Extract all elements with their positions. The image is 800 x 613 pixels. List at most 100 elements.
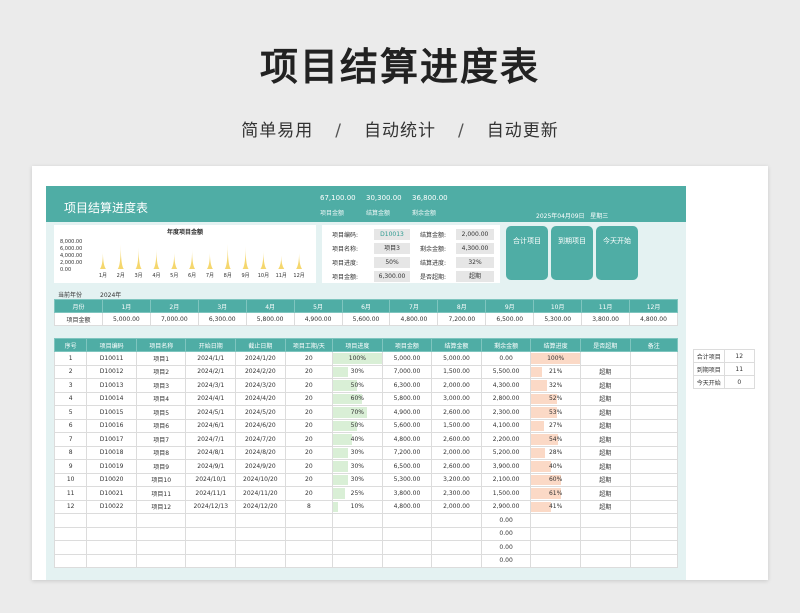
- table-cell-days[interactable]: 20: [284, 405, 334, 420]
- empty-cell[interactable]: [53, 526, 88, 541]
- table-cell-days[interactable]: 20: [284, 486, 334, 501]
- table-cell-end[interactable]: 2024/4/20: [235, 391, 286, 406]
- table-cell-name[interactable]: 项目5: [135, 405, 187, 420]
- table-cell-note[interactable]: [629, 486, 679, 501]
- table-cell-name[interactable]: 项目6: [135, 418, 187, 433]
- table-cell-end[interactable]: 2024/2/20: [235, 364, 286, 379]
- table-cell-amount[interactable]: 4,900.00: [381, 405, 433, 420]
- table-row[interactable]: 5 D10015 项目5 2024/5/1 2024/5/20 20 70% 4,900.00…: [53, 405, 679, 420]
- table-cell-amount[interactable]: 4,800.00: [381, 432, 433, 447]
- table-cell-amount[interactable]: 6,500.00: [381, 459, 433, 474]
- table-cell-amount[interactable]: 7,000.00: [381, 364, 433, 379]
- empty-cell[interactable]: [235, 513, 286, 528]
- empty-cell[interactable]: [284, 526, 334, 541]
- table-cell-remain[interactable]: 0.00: [480, 513, 532, 528]
- table-cell-remain[interactable]: 1,500.00: [480, 486, 532, 501]
- table-cell-start[interactable]: 2024/1/1: [185, 351, 237, 366]
- table-cell-days[interactable]: 20: [284, 459, 334, 474]
- table-cell-start[interactable]: 2024/11/1: [185, 486, 237, 501]
- table-cell-code[interactable]: D10020: [86, 472, 137, 487]
- table-cell-amount[interactable]: 6,300.00: [381, 378, 433, 393]
- empty-cell[interactable]: [579, 540, 631, 555]
- table-cell-no[interactable]: 6: [53, 418, 88, 433]
- table-cell-no[interactable]: 10: [53, 472, 88, 487]
- table-cell-note[interactable]: [629, 378, 679, 393]
- table-cell-note[interactable]: [629, 445, 679, 460]
- empty-cell[interactable]: [86, 553, 137, 568]
- table-row[interactable]: 11 D10021 项目11 2024/11/1 2024/11/20 20 25% 3,80…: [53, 486, 679, 501]
- empty-cell[interactable]: [53, 540, 88, 555]
- table-cell-days[interactable]: 8: [284, 499, 334, 514]
- empty-cell[interactable]: [579, 553, 631, 568]
- table-cell-code[interactable]: D10011: [86, 351, 137, 366]
- empty-table-row[interactable]: 0.00: [53, 553, 679, 568]
- table-row[interactable]: 6 D10016 项目6 2024/6/1 2024/6/20 20 50% 5,600.00…: [53, 418, 679, 433]
- empty-cell[interactable]: [530, 526, 581, 541]
- table-cell-no[interactable]: 7: [53, 432, 88, 447]
- due-projects-button[interactable]: 到期项目: [551, 226, 593, 280]
- table-row[interactable]: 9 D10019 项目9 2024/9/1 2024/9/20 20 30% 6,500.00…: [53, 459, 679, 474]
- table-cell-note[interactable]: [629, 418, 679, 433]
- empty-cell[interactable]: [381, 553, 433, 568]
- table-cell-days[interactable]: 20: [284, 418, 334, 433]
- empty-cell[interactable]: [431, 553, 482, 568]
- info-code-value[interactable]: D10013: [374, 229, 410, 240]
- table-cell-remain[interactable]: 3,900.00: [480, 459, 532, 474]
- table-cell-days[interactable]: 20: [284, 351, 334, 366]
- table-cell-amount[interactable]: 5,300.00: [381, 472, 433, 487]
- table-cell-overdue[interactable]: 超期: [579, 486, 631, 501]
- empty-cell[interactable]: [629, 553, 679, 568]
- table-cell-end[interactable]: 2024/1/20: [235, 351, 286, 366]
- table-cell-name[interactable]: 项目8: [135, 445, 187, 460]
- empty-cell[interactable]: [235, 553, 286, 568]
- table-cell-code[interactable]: D10012: [86, 364, 137, 379]
- table-cell-end[interactable]: 2024/9/20: [235, 459, 286, 474]
- table-cell-note[interactable]: [629, 364, 679, 379]
- table-cell-days[interactable]: 20: [284, 432, 334, 447]
- empty-cell[interactable]: [530, 513, 581, 528]
- empty-cell[interactable]: [284, 513, 334, 528]
- table-cell-name[interactable]: 项目2: [135, 364, 187, 379]
- table-cell-name[interactable]: 项目12: [135, 499, 187, 514]
- table-cell-overdue[interactable]: 超期: [579, 432, 631, 447]
- empty-table-row[interactable]: 0.00: [53, 540, 679, 555]
- table-row[interactable]: 4 D10014 项目4 2024/4/1 2024/4/20 20 60% 5,800.00…: [53, 391, 679, 406]
- table-cell-days[interactable]: 20: [284, 391, 334, 406]
- table-cell-note[interactable]: [629, 459, 679, 474]
- table-cell-remain[interactable]: 2,900.00: [480, 499, 532, 514]
- table-cell-remain[interactable]: 2,300.00: [480, 405, 532, 420]
- empty-cell[interactable]: [530, 553, 581, 568]
- table-cell-no[interactable]: 12: [53, 499, 88, 514]
- total-projects-button[interactable]: 合计项目: [506, 226, 548, 280]
- table-cell-code[interactable]: D10015: [86, 405, 137, 420]
- table-row[interactable]: 8 D10018 项目8 2024/8/1 2024/8/20 20 30% 7,200.00…: [53, 445, 679, 460]
- table-cell-no[interactable]: 3: [53, 378, 88, 393]
- table-cell-remain[interactable]: 0.00: [480, 526, 532, 541]
- table-cell-no[interactable]: 11: [53, 486, 88, 501]
- table-cell-note[interactable]: [629, 472, 679, 487]
- table-cell-remain[interactable]: 2,800.00: [480, 391, 532, 406]
- table-cell-end[interactable]: 2024/6/20: [235, 418, 286, 433]
- empty-cell[interactable]: [629, 513, 679, 528]
- table-cell-settle[interactable]: 2,600.00: [431, 405, 482, 420]
- table-cell-no[interactable]: 1: [53, 351, 88, 366]
- table-cell-end[interactable]: 2024/5/20: [235, 405, 286, 420]
- table-row[interactable]: 7 D10017 项目7 2024/7/1 2024/7/20 20 40% 4,800.00…: [53, 432, 679, 447]
- empty-cell[interactable]: [235, 526, 286, 541]
- table-cell-code[interactable]: D10018: [86, 445, 137, 460]
- table-cell-no[interactable]: 8: [53, 445, 88, 460]
- table-cell-code[interactable]: D10016: [86, 418, 137, 433]
- empty-cell[interactable]: [135, 553, 187, 568]
- empty-cell[interactable]: [235, 540, 286, 555]
- table-cell-name[interactable]: 项目7: [135, 432, 187, 447]
- table-cell-name[interactable]: 项目4: [135, 391, 187, 406]
- table-cell-remain[interactable]: 0.00: [480, 540, 532, 555]
- table-cell-name[interactable]: 项目1: [135, 351, 187, 366]
- empty-cell[interactable]: [332, 540, 383, 555]
- empty-cell[interactable]: [629, 540, 679, 555]
- table-cell-overdue[interactable]: 超期: [579, 459, 631, 474]
- table-cell-days[interactable]: 20: [284, 445, 334, 460]
- empty-cell[interactable]: [284, 553, 334, 568]
- table-cell-remain[interactable]: 5,500.00: [480, 364, 532, 379]
- table-row[interactable]: 10 D10020 项目10 2024/10/1 2024/10/20 20 30% 5,30…: [53, 472, 679, 487]
